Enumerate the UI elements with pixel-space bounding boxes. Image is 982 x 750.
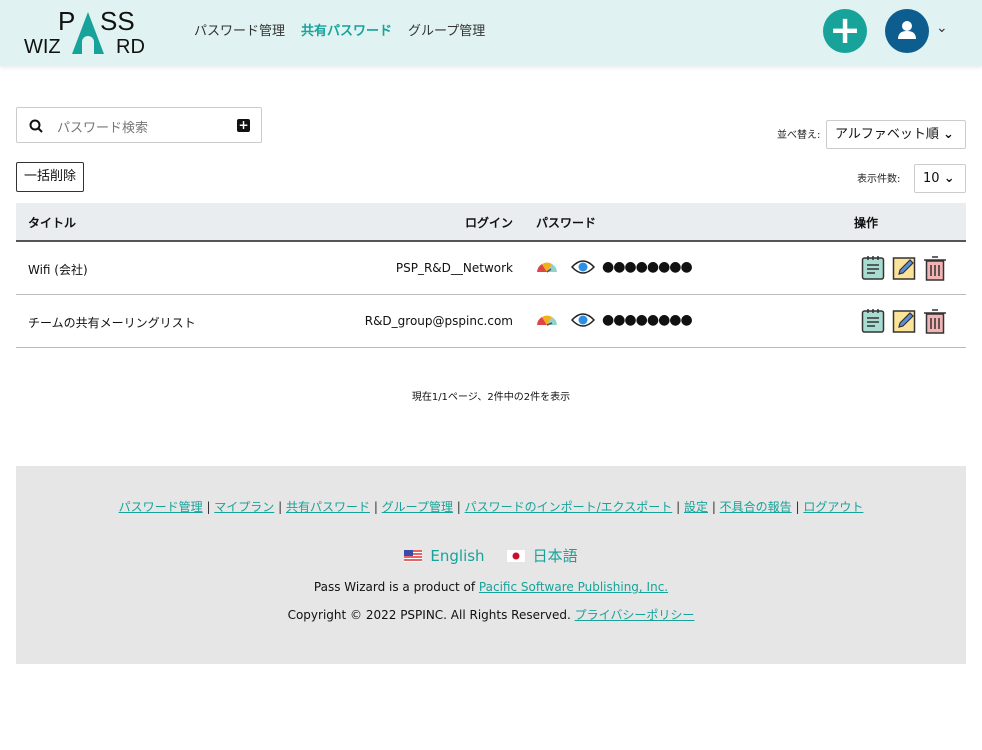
footer-link[interactable]: パスワード管理 — [119, 500, 203, 514]
search-input[interactable]: パスワード検索 + — [16, 107, 262, 143]
logo[interactable]: P SS WIZ RD — [24, 8, 150, 56]
notes-icon[interactable] — [861, 255, 885, 281]
eye-icon[interactable] — [571, 311, 595, 329]
header: P SS WIZ RD パスワード管理 共有パスワード グループ管理 + ⌄ — [0, 0, 982, 66]
chevron-down-icon: ⌄ — [943, 127, 954, 142]
header-password: パスワード — [536, 216, 597, 230]
company-link[interactable]: Pacific Software Publishing, Inc. — [479, 580, 668, 594]
nav-group-management[interactable]: グループ管理 — [408, 20, 485, 39]
search-placeholder: パスワード検索 — [57, 121, 149, 136]
add-button[interactable]: + — [823, 9, 867, 53]
edit-icon[interactable] — [892, 308, 916, 334]
search-icon — [29, 119, 43, 133]
sort-value: アルファベット順 — [835, 127, 939, 142]
footer-link[interactable]: マイプラン — [214, 500, 274, 514]
edit-icon[interactable] — [892, 255, 916, 281]
svg-text:SS: SS — [100, 8, 135, 36]
footer: パスワード管理 | マイプラン | 共有パスワード | グループ管理 | パスワ… — [16, 466, 966, 664]
footer-link[interactable]: 共有パスワード — [286, 500, 370, 514]
count-label: 表示件数: — [857, 174, 901, 185]
header-title: タイトル — [28, 216, 77, 230]
svg-text:P: P — [58, 8, 75, 36]
main-nav: パスワード管理 共有パスワード グループ管理 — [194, 20, 485, 39]
header-login: ログイン — [464, 216, 513, 230]
table-row: Wifi (会社) PSP_R&D__Network ●●●●●●●● — [16, 242, 966, 295]
footer-link[interactable]: パスワードのインポート/エクスポート — [465, 500, 673, 514]
chevron-down-icon: ⌄ — [943, 171, 955, 186]
trash-icon[interactable] — [923, 308, 947, 334]
table-row: チームの共有メーリングリスト R&D_group@pspinc.com ●●●●… — [16, 295, 966, 348]
japan-flag-icon — [506, 549, 525, 562]
add-search-icon[interactable]: + — [237, 119, 250, 132]
user-icon — [898, 21, 916, 39]
row-login: R&D_group@pspinc.com — [364, 314, 513, 328]
strength-meter-icon — [537, 315, 557, 326]
notes-icon[interactable] — [861, 308, 885, 334]
avatar[interactable] — [885, 9, 929, 53]
row-title: チームの共有メーリングリスト — [28, 316, 196, 330]
footer-link[interactable]: 設定 — [684, 500, 708, 514]
nav-shared-passwords[interactable]: 共有パスワード — [301, 20, 392, 39]
row-password: ●●●●●●●● — [602, 312, 693, 328]
svg-text:RD: RD — [116, 36, 145, 56]
copyright-text: Copyright © 2022 PSPINC. All Rights Rese… — [287, 608, 575, 622]
sort-select[interactable]: アルファベット順 ⌄ — [826, 120, 966, 149]
footer-link[interactable]: ログアウト — [803, 500, 863, 514]
product-text: Pass Wizard is a product of — [313, 580, 479, 594]
bulk-delete-button[interactable]: 一括削除 — [16, 162, 84, 192]
count-value: 10 — [923, 171, 940, 186]
trash-icon[interactable] — [923, 255, 947, 281]
svg-text:WIZ: WIZ — [24, 36, 61, 56]
table-header: タイトル ログイン パスワード 操作 — [16, 203, 966, 242]
row-title: Wifi (会社) — [28, 263, 88, 277]
us-flag-icon — [404, 549, 423, 562]
count-select[interactable]: 10 ⌄ — [914, 164, 966, 193]
lang-english[interactable]: English — [430, 547, 484, 565]
footer-links: パスワード管理 | マイプラン | 共有パスワード | グループ管理 | パスワ… — [118, 500, 864, 514]
header-actions: 操作 — [854, 216, 879, 230]
language-switcher: English 日本語 — [16, 545, 966, 566]
pagination-info: 現在1/1ページ、2件中の2件を表示 — [411, 392, 571, 403]
sort-label: 並べ替え: — [777, 130, 821, 141]
strength-meter-icon — [537, 262, 557, 273]
nav-password-management[interactable]: パスワード管理 — [194, 20, 285, 39]
chevron-down-icon[interactable]: ⌄ — [936, 20, 948, 36]
footer-link[interactable]: 不具合の報告 — [720, 500, 792, 514]
lang-japanese[interactable]: 日本語 — [533, 545, 578, 566]
row-password: ●●●●●●●● — [602, 259, 693, 275]
eye-icon[interactable] — [571, 258, 595, 276]
password-table: タイトル ログイン パスワード 操作 Wifi (会社) PSP_R&D__Ne… — [16, 203, 966, 348]
row-login: PSP_R&D__Network — [395, 261, 513, 275]
privacy-link[interactable]: プライバシーポリシー — [575, 608, 695, 622]
footer-link[interactable]: グループ管理 — [382, 500, 453, 514]
